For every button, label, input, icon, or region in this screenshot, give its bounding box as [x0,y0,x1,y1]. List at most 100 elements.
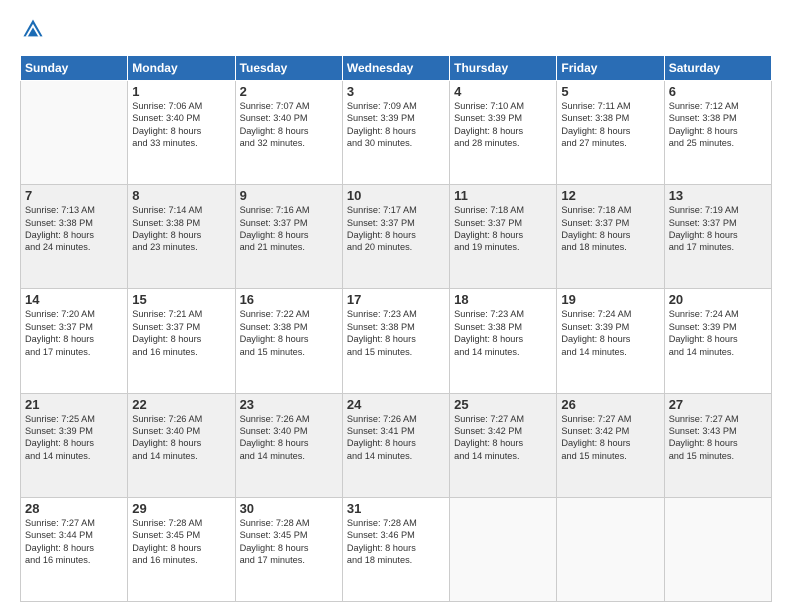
day-number: 22 [132,397,230,412]
day-number: 19 [561,292,659,307]
calendar-header-row: Sunday Monday Tuesday Wednesday Thursday… [21,56,772,81]
col-tuesday: Tuesday [235,56,342,81]
calendar-cell: 30Sunrise: 7:28 AMSunset: 3:45 PMDayligh… [235,497,342,601]
calendar-cell: 10Sunrise: 7:17 AMSunset: 3:37 PMDayligh… [342,185,449,289]
calendar-cell [557,497,664,601]
day-number: 25 [454,397,552,412]
day-info: Sunrise: 7:27 AMSunset: 3:42 PMDaylight:… [454,413,552,463]
day-number: 7 [25,188,123,203]
day-number: 11 [454,188,552,203]
day-number: 24 [347,397,445,412]
calendar-cell: 22Sunrise: 7:26 AMSunset: 3:40 PMDayligh… [128,393,235,497]
day-number: 1 [132,84,230,99]
calendar-cell: 8Sunrise: 7:14 AMSunset: 3:38 PMDaylight… [128,185,235,289]
day-number: 21 [25,397,123,412]
day-number: 15 [132,292,230,307]
calendar-cell [450,497,557,601]
calendar-cell: 1Sunrise: 7:06 AMSunset: 3:40 PMDaylight… [128,81,235,185]
calendar-cell: 9Sunrise: 7:16 AMSunset: 3:37 PMDaylight… [235,185,342,289]
day-info: Sunrise: 7:17 AMSunset: 3:37 PMDaylight:… [347,204,445,254]
calendar-cell: 15Sunrise: 7:21 AMSunset: 3:37 PMDayligh… [128,289,235,393]
day-info: Sunrise: 7:07 AMSunset: 3:40 PMDaylight:… [240,100,338,150]
day-number: 4 [454,84,552,99]
day-info: Sunrise: 7:06 AMSunset: 3:40 PMDaylight:… [132,100,230,150]
day-info: Sunrise: 7:27 AMSunset: 3:44 PMDaylight:… [25,517,123,567]
day-number: 13 [669,188,767,203]
calendar-cell [21,81,128,185]
calendar-cell: 5Sunrise: 7:11 AMSunset: 3:38 PMDaylight… [557,81,664,185]
day-info: Sunrise: 7:26 AMSunset: 3:40 PMDaylight:… [240,413,338,463]
day-info: Sunrise: 7:26 AMSunset: 3:40 PMDaylight:… [132,413,230,463]
day-info: Sunrise: 7:23 AMSunset: 3:38 PMDaylight:… [454,308,552,358]
calendar-cell: 7Sunrise: 7:13 AMSunset: 3:38 PMDaylight… [21,185,128,289]
day-info: Sunrise: 7:19 AMSunset: 3:37 PMDaylight:… [669,204,767,254]
header [20,18,772,45]
day-info: Sunrise: 7:11 AMSunset: 3:38 PMDaylight:… [561,100,659,150]
calendar-cell: 26Sunrise: 7:27 AMSunset: 3:42 PMDayligh… [557,393,664,497]
day-number: 16 [240,292,338,307]
day-number: 9 [240,188,338,203]
calendar-week-row: 14Sunrise: 7:20 AMSunset: 3:37 PMDayligh… [21,289,772,393]
calendar-week-row: 28Sunrise: 7:27 AMSunset: 3:44 PMDayligh… [21,497,772,601]
day-info: Sunrise: 7:28 AMSunset: 3:45 PMDaylight:… [240,517,338,567]
calendar-cell: 11Sunrise: 7:18 AMSunset: 3:37 PMDayligh… [450,185,557,289]
logo [20,18,44,45]
calendar-cell: 25Sunrise: 7:27 AMSunset: 3:42 PMDayligh… [450,393,557,497]
day-info: Sunrise: 7:21 AMSunset: 3:37 PMDaylight:… [132,308,230,358]
day-number: 8 [132,188,230,203]
calendar-cell: 13Sunrise: 7:19 AMSunset: 3:37 PMDayligh… [664,185,771,289]
day-number: 29 [132,501,230,516]
day-info: Sunrise: 7:24 AMSunset: 3:39 PMDaylight:… [561,308,659,358]
day-number: 2 [240,84,338,99]
calendar-cell: 4Sunrise: 7:10 AMSunset: 3:39 PMDaylight… [450,81,557,185]
day-info: Sunrise: 7:27 AMSunset: 3:43 PMDaylight:… [669,413,767,463]
day-number: 27 [669,397,767,412]
day-info: Sunrise: 7:23 AMSunset: 3:38 PMDaylight:… [347,308,445,358]
day-number: 20 [669,292,767,307]
calendar-cell [664,497,771,601]
calendar-cell: 23Sunrise: 7:26 AMSunset: 3:40 PMDayligh… [235,393,342,497]
day-info: Sunrise: 7:22 AMSunset: 3:38 PMDaylight:… [240,308,338,358]
calendar-cell: 3Sunrise: 7:09 AMSunset: 3:39 PMDaylight… [342,81,449,185]
calendar-cell: 12Sunrise: 7:18 AMSunset: 3:37 PMDayligh… [557,185,664,289]
col-thursday: Thursday [450,56,557,81]
col-saturday: Saturday [664,56,771,81]
day-info: Sunrise: 7:20 AMSunset: 3:37 PMDaylight:… [25,308,123,358]
day-info: Sunrise: 7:14 AMSunset: 3:38 PMDaylight:… [132,204,230,254]
calendar-week-row: 1Sunrise: 7:06 AMSunset: 3:40 PMDaylight… [21,81,772,185]
calendar-cell: 28Sunrise: 7:27 AMSunset: 3:44 PMDayligh… [21,497,128,601]
day-number: 18 [454,292,552,307]
calendar-cell: 17Sunrise: 7:23 AMSunset: 3:38 PMDayligh… [342,289,449,393]
calendar-week-row: 7Sunrise: 7:13 AMSunset: 3:38 PMDaylight… [21,185,772,289]
day-number: 17 [347,292,445,307]
day-number: 30 [240,501,338,516]
calendar-cell: 31Sunrise: 7:28 AMSunset: 3:46 PMDayligh… [342,497,449,601]
day-info: Sunrise: 7:27 AMSunset: 3:42 PMDaylight:… [561,413,659,463]
calendar-cell: 19Sunrise: 7:24 AMSunset: 3:39 PMDayligh… [557,289,664,393]
day-number: 26 [561,397,659,412]
day-info: Sunrise: 7:10 AMSunset: 3:39 PMDaylight:… [454,100,552,150]
day-info: Sunrise: 7:24 AMSunset: 3:39 PMDaylight:… [669,308,767,358]
day-info: Sunrise: 7:12 AMSunset: 3:38 PMDaylight:… [669,100,767,150]
day-number: 6 [669,84,767,99]
day-info: Sunrise: 7:28 AMSunset: 3:45 PMDaylight:… [132,517,230,567]
day-info: Sunrise: 7:18 AMSunset: 3:37 PMDaylight:… [561,204,659,254]
day-info: Sunrise: 7:13 AMSunset: 3:38 PMDaylight:… [25,204,123,254]
calendar-cell: 18Sunrise: 7:23 AMSunset: 3:38 PMDayligh… [450,289,557,393]
day-info: Sunrise: 7:16 AMSunset: 3:37 PMDaylight:… [240,204,338,254]
day-number: 14 [25,292,123,307]
calendar-cell: 20Sunrise: 7:24 AMSunset: 3:39 PMDayligh… [664,289,771,393]
day-info: Sunrise: 7:18 AMSunset: 3:37 PMDaylight:… [454,204,552,254]
day-info: Sunrise: 7:26 AMSunset: 3:41 PMDaylight:… [347,413,445,463]
calendar-cell: 6Sunrise: 7:12 AMSunset: 3:38 PMDaylight… [664,81,771,185]
day-info: Sunrise: 7:25 AMSunset: 3:39 PMDaylight:… [25,413,123,463]
day-number: 31 [347,501,445,516]
calendar-cell: 27Sunrise: 7:27 AMSunset: 3:43 PMDayligh… [664,393,771,497]
calendar-cell: 2Sunrise: 7:07 AMSunset: 3:40 PMDaylight… [235,81,342,185]
day-info: Sunrise: 7:28 AMSunset: 3:46 PMDaylight:… [347,517,445,567]
calendar-cell: 29Sunrise: 7:28 AMSunset: 3:45 PMDayligh… [128,497,235,601]
calendar-cell: 24Sunrise: 7:26 AMSunset: 3:41 PMDayligh… [342,393,449,497]
day-number: 5 [561,84,659,99]
day-number: 12 [561,188,659,203]
day-number: 3 [347,84,445,99]
